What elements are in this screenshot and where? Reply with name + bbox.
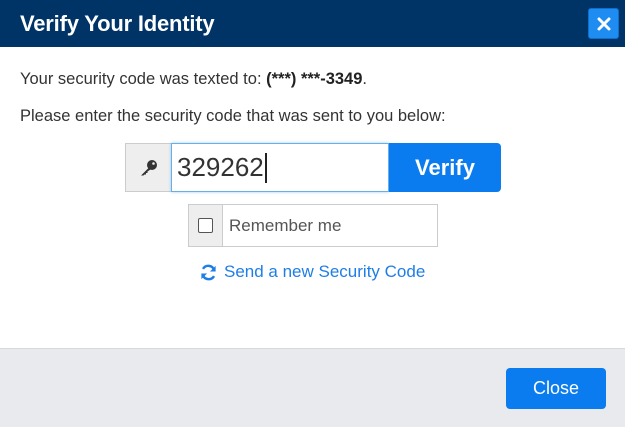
close-button[interactable]: Close: [506, 368, 606, 409]
send-new-code-label: Send a new Security Code: [224, 262, 426, 281]
instruction-text: Please enter the security code that was …: [20, 107, 446, 125]
security-code-input[interactable]: 329262: [171, 143, 389, 192]
texted-suffix: .: [362, 70, 368, 88]
key-icon: [140, 159, 157, 175]
dialog-footer: Close: [0, 348, 625, 427]
close-x-icon: [597, 17, 610, 30]
dialog-header: Verify Your Identity: [0, 0, 625, 47]
send-new-code-link[interactable]: Send a new Security Code: [199, 261, 425, 283]
refresh-icon: [201, 264, 216, 280]
verify-identity-dialog: Verify Your Identity Your security code …: [0, 0, 625, 427]
remember-me-checkbox-addon: [189, 205, 223, 246]
close-x-button[interactable]: [588, 8, 619, 39]
texted-prefix: Your security code was texted to:: [20, 70, 267, 88]
texted-to-message: Your security code was texted to: (***) …: [20, 70, 367, 89]
remember-me-group: Remember me: [188, 204, 438, 247]
remember-me-checkbox[interactable]: [198, 218, 213, 233]
masked-phone-number: (***) ***-3349: [266, 70, 363, 88]
security-code-input-group: 329262 Verify: [125, 143, 501, 192]
security-code-value: 329262: [177, 152, 264, 182]
key-addon: [125, 143, 171, 192]
remember-me-label[interactable]: Remember me: [223, 205, 341, 246]
verify-button[interactable]: Verify: [389, 143, 501, 192]
dialog-title: Verify Your Identity: [20, 10, 215, 36]
text-caret: [264, 152, 267, 183]
